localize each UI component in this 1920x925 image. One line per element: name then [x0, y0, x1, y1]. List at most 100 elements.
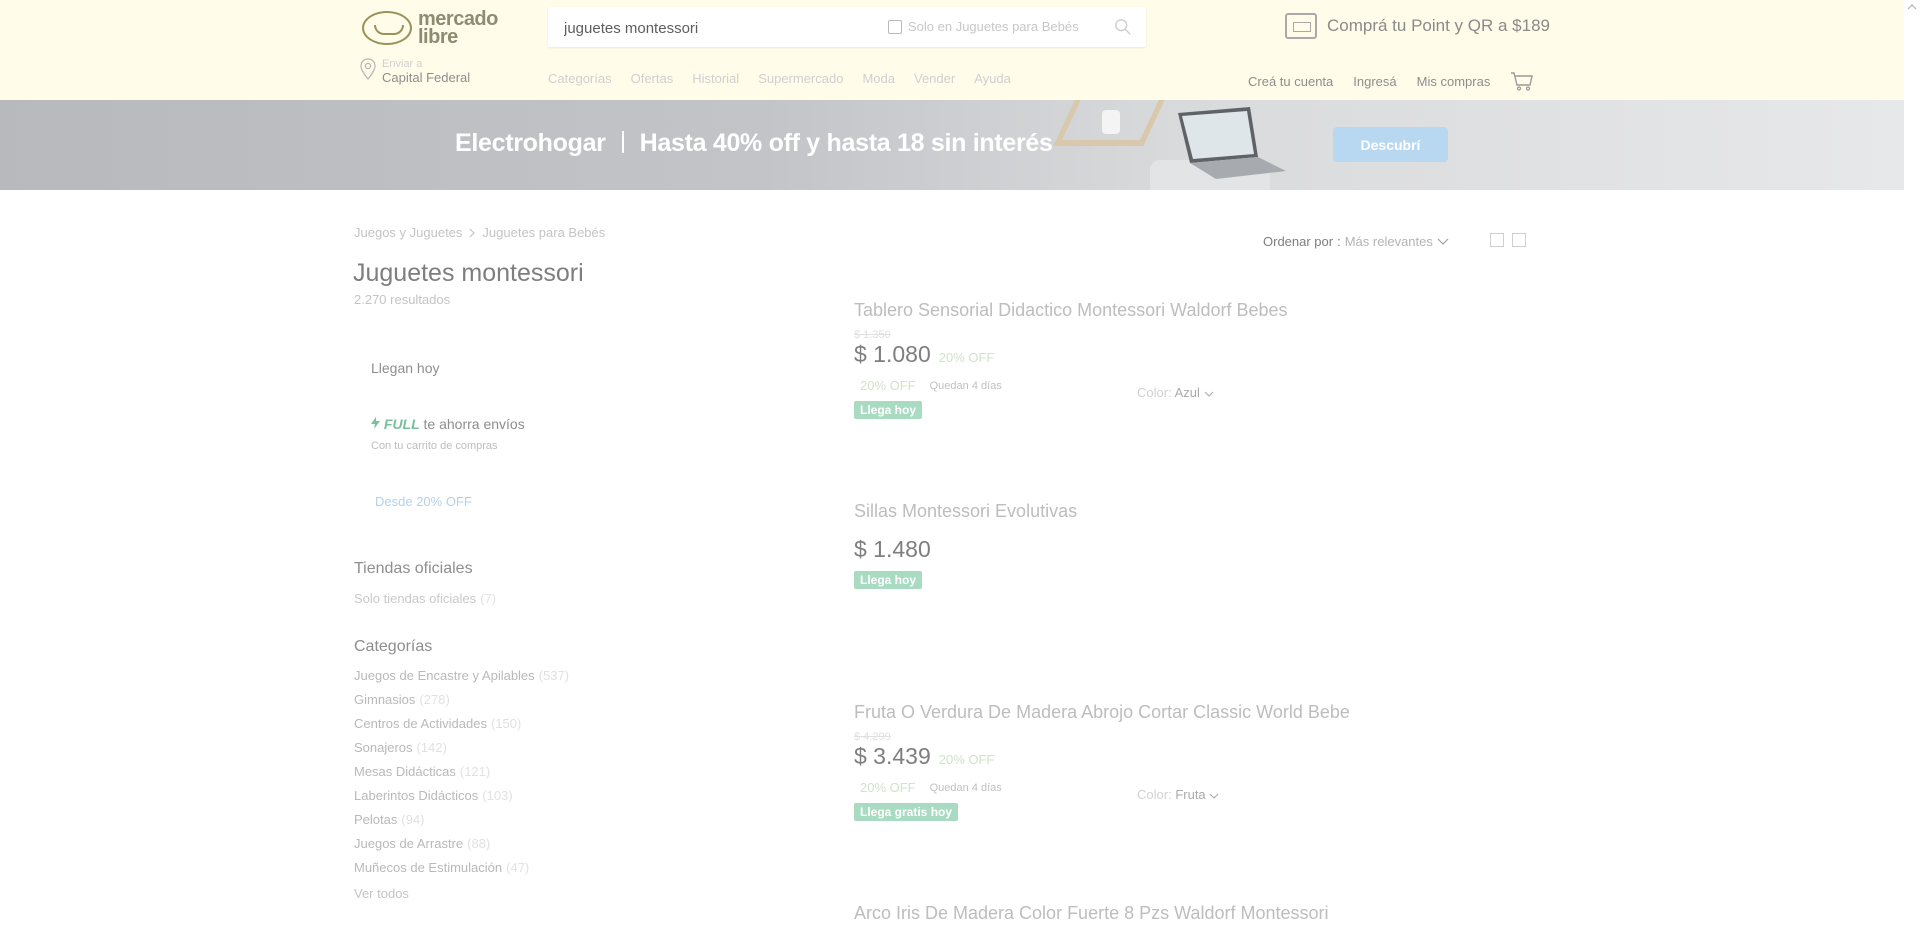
sort-value: Más relevantes: [1344, 234, 1433, 249]
filter-full[interactable]: FULL te ahorra envíos: [371, 416, 525, 432]
handshake-logo-icon: [362, 11, 412, 45]
user-nav: Creá tu cuenta Ingresá Mis compras: [1248, 71, 1534, 91]
product-discount: 20% OFF: [938, 752, 995, 767]
product-title[interactable]: Tablero Sensorial Didactico Montessori W…: [854, 300, 1554, 321]
product-card[interactable]: Fruta O Verdura De Madera Abrojo Cortar …: [854, 702, 1554, 821]
list-view-icon[interactable]: [1490, 233, 1504, 247]
view-toggle: [1490, 233, 1526, 247]
category-item[interactable]: Muñecos de Estimulación (47): [354, 860, 569, 884]
product-price: $ 3.439: [854, 743, 931, 769]
location-pin-icon: [360, 58, 376, 80]
product-price: $ 1.080: [854, 341, 931, 367]
scroll-up-arrow-icon[interactable]: [1904, 0, 1920, 14]
category-item[interactable]: Centros de Actividades (150): [354, 716, 569, 740]
tiendas-item-count: (7): [480, 591, 497, 606]
color-selector[interactable]: Color: Azul: [1137, 385, 1214, 400]
color-label: Color:: [1137, 385, 1172, 400]
category-item[interactable]: Juegos de Arrastre (88): [354, 836, 569, 860]
breadcrumb-item-bebes[interactable]: Juguetes para Bebés: [482, 225, 605, 240]
category-name: Laberintos Didácticos: [354, 788, 479, 803]
category-count: (142): [416, 740, 447, 755]
product-discount: 20% OFF: [938, 350, 995, 365]
category-name: Gimnasios: [354, 692, 416, 707]
category-name: Juegos de Arrastre: [354, 836, 464, 851]
product-old-price: $ 4.299: [854, 731, 891, 743]
product-card[interactable]: Arco Iris De Madera Color Fuerte 8 Pzs W…: [854, 903, 1554, 924]
product-time-left: Quedan 4 días: [929, 379, 1002, 392]
category-item[interactable]: Pelotas (94): [354, 812, 569, 836]
nav-ayuda[interactable]: Ayuda: [974, 71, 1011, 86]
filter-llegan-hoy[interactable]: Llegan hoy: [371, 360, 440, 376]
sort-selector[interactable]: Ordenar por: Más relevantes: [1263, 234, 1449, 249]
category-item[interactable]: Mesas Didácticas (121): [354, 764, 569, 788]
category-count: (278): [419, 692, 450, 707]
location-selector[interactable]: Enviar a Capital Federal: [360, 58, 470, 85]
point-promo-link[interactable]: Comprá tu Point y QR a $189: [1285, 13, 1550, 39]
nav-ofertas[interactable]: Ofertas: [631, 71, 674, 86]
page-title: Juguetes montessori: [353, 259, 584, 287]
search-scope-checkbox[interactable]: Solo en Juguetes para Bebés: [888, 19, 1079, 34]
product-card[interactable]: Sillas Montessori Evolutivas $ 1.480 Lle…: [854, 501, 1554, 589]
login-link[interactable]: Ingresá: [1353, 74, 1396, 89]
product-row-off: 20% OFF: [860, 378, 916, 393]
product-title[interactable]: Fruta O Verdura De Madera Abrojo Cortar …: [854, 702, 1554, 723]
color-selector[interactable]: Color: Fruta: [1137, 787, 1219, 802]
search-icon[interactable]: [1114, 18, 1132, 36]
search-bar: Solo en Juguetes para Bebés: [548, 7, 1146, 49]
nav-vender[interactable]: Vender: [914, 71, 955, 86]
promo-banner[interactable]: Electrohogar Hasta 40% off y hasta 18 sin…: [0, 100, 1904, 190]
descubri-button[interactable]: Descubrí: [1333, 127, 1448, 162]
banner-divider: [621, 131, 624, 153]
lightning-icon: [371, 417, 380, 429]
breadcrumb-item-juegos[interactable]: Juegos y Juguetes: [354, 225, 462, 240]
category-count: (88): [467, 836, 491, 851]
category-name: Juegos de Encastre y Apilables: [354, 668, 535, 683]
mercadolibre-logo[interactable]: mercado libre: [362, 9, 498, 47]
grid-view-icon[interactable]: [1512, 233, 1526, 247]
create-account-link[interactable]: Creá tu cuenta: [1248, 74, 1333, 89]
category-item[interactable]: Gimnasios (278): [354, 692, 569, 716]
point-device-icon: [1285, 13, 1317, 39]
location-value: Capital Federal: [382, 70, 471, 85]
nav-categorias[interactable]: Categorías: [548, 71, 612, 86]
product-time-left: Quedan 4 días: [929, 781, 1002, 794]
nav-historial[interactable]: Historial: [692, 71, 739, 86]
product-card[interactable]: Tablero Sensorial Didactico Montessori W…: [854, 300, 1554, 419]
category-count: (103): [482, 788, 513, 803]
tiendas-item-label: Solo tiendas oficiales: [354, 591, 477, 606]
search-input[interactable]: [562, 7, 886, 49]
product-price: $ 1.480: [854, 536, 931, 562]
categories-list: Juegos de Encastre y Apilables (537) Gimn…: [354, 668, 569, 884]
filter-tiendas-oficiales[interactable]: Solo tiendas oficiales (7): [354, 591, 496, 606]
product-title[interactable]: Sillas Montessori Evolutivas: [854, 501, 1554, 522]
category-name: Sonajeros: [354, 740, 413, 755]
category-item[interactable]: Juegos de Encastre y Apilables (537): [354, 668, 569, 692]
chevron-down-icon: [1437, 238, 1449, 245]
banner-headline: Electrohogar Hasta 40% off y hasta 18 sin…: [455, 129, 1053, 158]
checkbox-icon[interactable]: [888, 19, 902, 34]
category-name: Pelotas: [354, 812, 398, 827]
location-label: Enviar a: [382, 58, 423, 70]
delivery-badge: Llega hoy: [854, 571, 923, 589]
banner-right: Hasta 40% off y hasta 18 sin interés: [639, 129, 1053, 157]
nav-supermercado[interactable]: Supermercado: [758, 71, 843, 86]
category-count: (537): [538, 668, 570, 683]
color-value: Fruta: [1175, 787, 1206, 802]
filter-desde-20-off[interactable]: Desde 20% OFF: [375, 494, 472, 509]
ver-todos-link[interactable]: Ver todos: [354, 886, 409, 901]
category-item[interactable]: Laberintos Didácticos (103): [354, 788, 569, 812]
banner-left: Electrohogar: [455, 129, 606, 157]
category-count: (150): [490, 716, 522, 731]
product-title[interactable]: Arco Iris De Madera Color Fuerte 8 Pzs W…: [854, 903, 1554, 924]
scrollbar[interactable]: [1904, 0, 1920, 925]
category-item[interactable]: Sonajeros (142): [354, 740, 569, 764]
nav-moda[interactable]: Moda: [862, 71, 895, 86]
my-purchases-link[interactable]: Mis compras: [1417, 74, 1491, 89]
delivery-badge: Llega hoy: [854, 401, 923, 419]
laptop-image: [1178, 107, 1286, 179]
category-name: Mesas Didácticas: [354, 764, 456, 779]
header-bar: mercado libre Solo en Juguetes para Bebé…: [0, 0, 1904, 100]
category-name: Centros de Actividades: [354, 716, 487, 731]
promo-text: Comprá tu Point y QR a $189: [1327, 16, 1551, 35]
cart-icon[interactable]: [1510, 71, 1534, 91]
